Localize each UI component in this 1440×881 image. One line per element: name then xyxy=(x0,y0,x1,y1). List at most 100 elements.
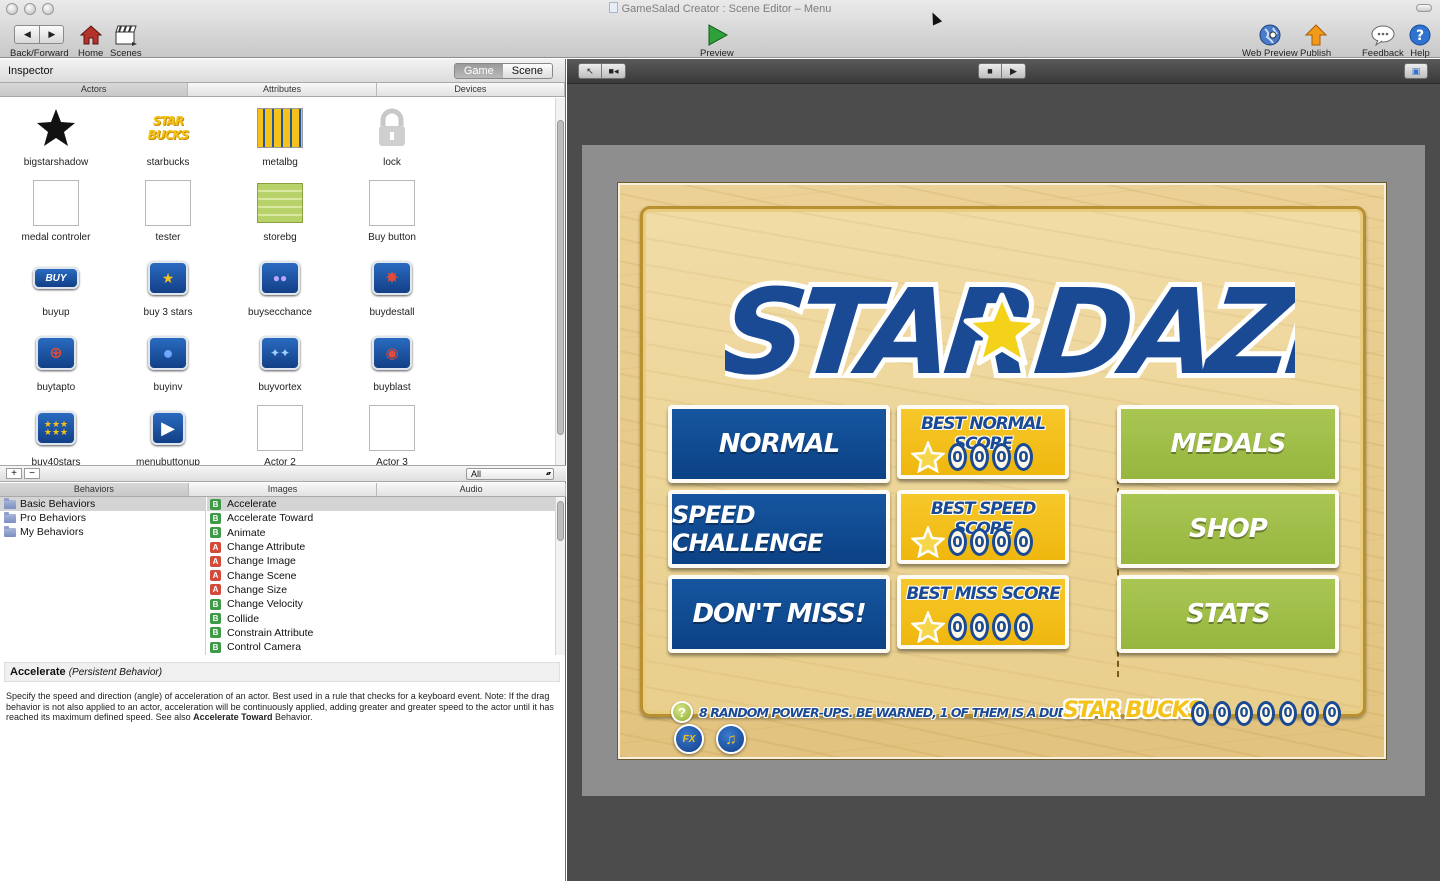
tab-attributes[interactable]: Attributes xyxy=(188,83,377,96)
actor-item[interactable]: Actor 3 xyxy=(336,405,448,465)
behavior-description-title: Accelerate xyxy=(10,666,66,678)
dont-miss-button[interactable]: DON'T MISS! xyxy=(668,575,890,653)
score-star-icon xyxy=(911,441,945,473)
actor-item[interactable]: storebg xyxy=(224,180,336,243)
back-forward-label: Back/Forward xyxy=(10,48,69,59)
behavior-item[interactable]: B Accelerate xyxy=(207,497,556,512)
actor-item[interactable]: ✸ buydestall xyxy=(336,255,448,318)
actor-item[interactable]: ✦✦ buyvortex xyxy=(224,330,336,393)
actor-item[interactable]: lock xyxy=(336,105,448,168)
behavior-item[interactable]: B Constrain Attribute xyxy=(207,626,556,640)
medals-button[interactable]: MEDALS xyxy=(1117,405,1339,483)
behavior-categories: Basic Behaviors Pro Behaviors My Behavio… xyxy=(0,497,206,655)
camera-tool-icon[interactable]: ■◂ xyxy=(601,64,625,78)
feedback-button[interactable]: Feedback xyxy=(1362,22,1404,59)
actor-item[interactable]: ★ buy 3 stars xyxy=(112,255,224,318)
actor-label: bigstarshadow xyxy=(23,157,89,168)
actor-label: Actor 3 xyxy=(376,457,408,465)
actor-item[interactable]: Actor 2 xyxy=(224,405,336,465)
behavior-item[interactable]: B Accelerate Toward xyxy=(207,511,556,525)
remove-actor-button[interactable]: − xyxy=(24,468,40,479)
clapperboard-icon xyxy=(113,22,139,48)
scene-mode-button[interactable]: Scene xyxy=(502,64,552,78)
add-actor-button[interactable]: + xyxy=(6,468,22,479)
help-button[interactable]: ? Help xyxy=(1408,22,1432,59)
toolbar-toggle-button[interactable] xyxy=(1416,4,1432,12)
globe-icon xyxy=(1258,22,1282,48)
tab-images[interactable]: Images xyxy=(189,483,378,496)
behavior-item[interactable]: B Control Camera xyxy=(207,640,556,654)
pointer-tool-icon[interactable]: ↖ xyxy=(579,64,601,78)
behavior-item[interactable]: B Collide xyxy=(207,611,556,625)
actor-item[interactable]: BUY buyup xyxy=(0,255,112,318)
back-arrow-icon[interactable]: ◀ xyxy=(15,26,39,43)
screen-icon[interactable]: ▣ xyxy=(1405,64,1427,78)
category-item[interactable]: Pro Behaviors xyxy=(0,511,205,525)
description-text-end: Behavior. xyxy=(272,712,313,722)
stop-icon[interactable]: ■ xyxy=(979,64,1001,78)
actor-item[interactable]: ⊕ buytapto xyxy=(0,330,112,393)
actor-item[interactable]: metalbg xyxy=(224,105,336,168)
forward-arrow-icon[interactable]: ▶ xyxy=(39,25,63,43)
question-icon[interactable]: ? xyxy=(671,701,693,723)
star-bucks-label: STAR BUCKS xyxy=(1063,698,1203,723)
behavior-item[interactable]: A Change Attribute xyxy=(207,540,556,554)
behavior-item[interactable]: A Change Image xyxy=(207,554,556,568)
behaviors-scroll-thumb[interactable] xyxy=(557,501,564,541)
logo-graphic: STAR DAZE xyxy=(710,258,1379,406)
score-digit: 0 xyxy=(970,528,989,556)
tab-actors[interactable]: Actors xyxy=(0,83,189,96)
scene-editor: ↖ ■◂ ■ ▶ ▣ STAR DAZE NORMAL SPEED CHALLE… xyxy=(567,59,1440,881)
actor-item[interactable]: bigstarshadow xyxy=(0,105,112,168)
category-item[interactable]: Basic Behaviors xyxy=(0,497,205,511)
actor-item[interactable]: STAR BUCKS starbucks xyxy=(112,105,224,168)
actor-item[interactable]: medal controler xyxy=(0,180,112,243)
scenes-button[interactable]: Scenes xyxy=(110,22,142,59)
actor-item[interactable]: Buy button xyxy=(336,180,448,243)
actor-filter-select[interactable]: All xyxy=(466,468,554,480)
web-preview-button[interactable]: Web Preview xyxy=(1242,22,1298,59)
shop-button[interactable]: SHOP xyxy=(1117,490,1339,568)
star-shadow-icon xyxy=(33,105,79,151)
actor-item[interactable]: ★★★ ★★★ buy40stars xyxy=(0,405,112,465)
game-mode-button[interactable]: Game xyxy=(454,64,503,78)
actor-label: buyblast xyxy=(373,382,411,393)
category-item[interactable]: My Behaviors xyxy=(0,525,205,539)
normal-mode-button[interactable]: NORMAL xyxy=(668,405,890,483)
behavior-item[interactable]: A Change Size xyxy=(207,583,556,597)
music-note-icon[interactable]: ♫ xyxy=(716,724,746,754)
tab-behaviors[interactable]: Behaviors xyxy=(0,483,189,496)
actor-item[interactable]: tester xyxy=(112,180,224,243)
tab-audio[interactable]: Audio xyxy=(377,483,567,496)
actors-scroll-thumb[interactable] xyxy=(557,120,564,435)
play-scene-icon[interactable]: ▶ xyxy=(1001,64,1025,78)
blank-thumbnail xyxy=(33,180,79,226)
actor-item[interactable]: ● buyinv xyxy=(112,330,224,393)
speed-challenge-button[interactable]: SPEED CHALLENGE xyxy=(668,490,890,568)
behavior-item[interactable]: B Animate xyxy=(207,526,556,540)
category-label: Pro Behaviors xyxy=(20,512,86,524)
actor-item[interactable]: ▶ menubuttonup xyxy=(112,405,224,465)
behavior-description-header: Accelerate (Persistent Behavior) xyxy=(4,662,560,682)
tab-devices[interactable]: Devices xyxy=(377,83,565,96)
speech-bubble-icon xyxy=(1370,22,1396,48)
behaviors-scrollbar[interactable] xyxy=(555,497,565,655)
preview-button[interactable]: Preview xyxy=(700,22,734,59)
behavior-item[interactable]: A Change Scene xyxy=(207,568,556,582)
behavior-item[interactable]: B Change Velocity xyxy=(207,597,556,611)
blank-thumbnail xyxy=(369,180,415,226)
score-digit: 0 xyxy=(992,528,1011,556)
accelerate-toward-link[interactable]: Accelerate Toward xyxy=(193,712,272,722)
actors-scrollbar[interactable] xyxy=(555,98,565,465)
home-label: Home xyxy=(78,48,104,59)
actor-item[interactable]: ◉ buyblast xyxy=(336,330,448,393)
window-toolbar: GameSalad Creator : Scene Editor – Menu … xyxy=(0,0,1440,59)
home-button[interactable]: Home xyxy=(78,22,103,59)
publish-button[interactable]: Publish xyxy=(1300,22,1331,59)
actor-item[interactable]: ●● buysecchance xyxy=(224,255,336,318)
stats-button[interactable]: STATS xyxy=(1117,575,1339,653)
bucks-digit: 0 xyxy=(1257,701,1275,726)
score-row: 0 0 0 0 xyxy=(911,611,1033,643)
sound-fx-button[interactable]: FX xyxy=(674,724,704,754)
star-daze-logo: STAR DAZE xyxy=(710,245,1379,406)
